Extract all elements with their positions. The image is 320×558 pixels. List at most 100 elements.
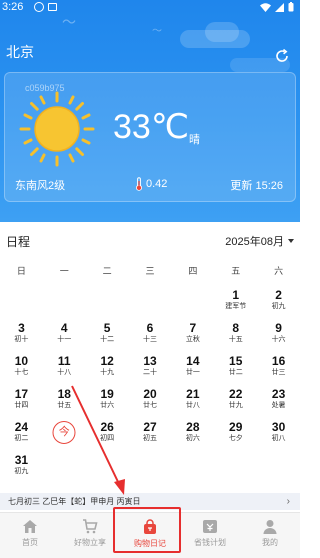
day-number: 14 xyxy=(186,354,200,368)
battery-icon xyxy=(288,2,294,12)
calendar-day[interactable]: 15 廿二 xyxy=(214,354,257,387)
lunar-date: 初八 xyxy=(271,435,286,442)
lunar-date: 十六 xyxy=(271,336,286,343)
day-number: 1 xyxy=(232,288,240,302)
calendar-day[interactable]: 12 十九 xyxy=(86,354,129,387)
weather-condition: 晴 xyxy=(189,134,200,146)
calendar-day[interactable]: 30 初八 xyxy=(257,420,300,453)
lunar-info-bar[interactable]: 七月初三 乙巳年【蛇】甲申月 丙寅日 › xyxy=(0,493,300,510)
month-selector[interactable]: 2025年08月 xyxy=(225,233,294,249)
lunar-date: 十八 xyxy=(57,369,72,376)
schedule-title: 日程 xyxy=(6,235,31,249)
calendar-day[interactable]: 14 廿一 xyxy=(171,354,214,387)
day-number: 24 xyxy=(14,420,29,434)
calendar-day[interactable]: 31 初九 xyxy=(0,453,43,486)
today-marker[interactable]: 今 xyxy=(52,421,76,444)
nav-item-plan[interactable]: 省钱计划 xyxy=(180,513,240,558)
lunar-date: 初二 xyxy=(14,435,29,442)
calendar-day[interactable]: 24 初二 xyxy=(0,420,43,453)
calendar-day[interactable]: 8 十五 xyxy=(214,321,257,354)
thermometer-icon xyxy=(136,177,142,191)
day-number: 29 xyxy=(229,420,243,434)
lunar-date: 初四 xyxy=(100,435,115,442)
lunar-date: 十二 xyxy=(100,336,115,343)
calendar-grid: 1 建军节 2 初九 3 初十 4 十一 5 十二 6 十三 7 立秋 8 十五 9 十六 10 十七 11 十八 12 十九… xyxy=(0,288,300,486)
day-number: 18 xyxy=(57,387,71,401)
lunar-date: 处暑 xyxy=(271,402,286,409)
city-name[interactable]: 北京 xyxy=(6,42,34,62)
day-number: 20 xyxy=(143,387,157,401)
calendar-day[interactable]: 28 初六 xyxy=(171,420,214,453)
update-time: 更新 15:26 xyxy=(230,180,283,192)
weekday-label: 一 xyxy=(59,266,69,276)
calendar-day[interactable]: 17 廿四 xyxy=(0,387,43,420)
nav-item-shopping-bag[interactable]: 购物日记 xyxy=(120,513,180,558)
nav-label: 首页 xyxy=(22,538,38,547)
lunar-date: 初五 xyxy=(142,435,157,442)
calendar-day[interactable]: 11 十八 xyxy=(43,354,86,387)
humidity-value: 0.42 xyxy=(146,178,168,190)
lunar-date: 初九 xyxy=(271,303,286,310)
calendar-day[interactable]: 7 立秋 xyxy=(171,321,214,354)
lunar-info-text: 七月初三 乙巳年【蛇】甲申月 丙寅日 xyxy=(8,497,141,506)
lunar-date: 廿三 xyxy=(271,369,286,376)
lunar-date: 廿七 xyxy=(142,402,157,409)
calendar-empty-cell xyxy=(0,288,43,321)
calendar-day[interactable]: 29 七夕 xyxy=(214,420,257,453)
day-number: 17 xyxy=(14,387,29,401)
weekday-label: 六 xyxy=(274,266,284,276)
bird-decoration: 〜 xyxy=(152,26,162,37)
weekday-label: 五 xyxy=(231,266,241,276)
calendar-day[interactable]: 23 处暑 xyxy=(257,387,300,420)
cart-icon xyxy=(60,519,120,534)
day-number: 5 xyxy=(103,321,111,335)
calendar-day[interactable]: 3 初十 xyxy=(0,321,43,354)
calendar-empty-cell xyxy=(86,288,129,321)
nav-item-cart[interactable]: 好物立享 xyxy=(60,513,120,558)
lunar-date: 立秋 xyxy=(185,336,200,343)
calendar-day[interactable]: 9 十六 xyxy=(257,321,300,354)
nav-label: 省钱计划 xyxy=(194,538,226,547)
calendar-day[interactable]: 6 十三 xyxy=(129,321,172,354)
refresh-icon[interactable] xyxy=(274,48,290,64)
status-indicators xyxy=(260,2,294,12)
calendar-day[interactable]: 10 十七 xyxy=(0,354,43,387)
lunar-date: 廿一 xyxy=(185,369,200,376)
weekday-label: 四 xyxy=(188,266,198,276)
lunar-date: 十九 xyxy=(100,369,115,376)
lunar-date: 十五 xyxy=(228,336,243,343)
calendar-day[interactable]: 16 廿三 xyxy=(257,354,300,387)
day-number: 3 xyxy=(18,321,25,335)
day-number: 22 xyxy=(229,387,243,401)
image-status-icon xyxy=(48,3,57,11)
wind-info: 东南风2级 xyxy=(15,180,66,192)
calendar-day[interactable]: 22 廿九 xyxy=(214,387,257,420)
day-number: 10 xyxy=(14,354,29,368)
nav-item-home[interactable]: 首页 xyxy=(0,513,60,558)
calendar-day[interactable]: 今 xyxy=(43,420,86,453)
lunar-date: 二十 xyxy=(142,369,157,376)
weather-header: 3:26 〜 〜 北京 c059b975 33℃ 晴 东南风2级 0.42 更新… xyxy=(0,0,300,222)
calendar-empty-cell xyxy=(43,288,86,321)
day-number: 12 xyxy=(100,354,114,368)
calendar-day[interactable]: 2 初九 xyxy=(257,288,300,321)
calendar-day[interactable]: 4 十一 xyxy=(43,321,86,354)
wifi-icon xyxy=(260,2,271,12)
calendar-day[interactable]: 19 廿六 xyxy=(86,387,129,420)
calendar-day[interactable]: 27 初五 xyxy=(129,420,172,453)
nav-item-user[interactable]: 我的 xyxy=(240,513,300,558)
calendar-day[interactable]: 26 初四 xyxy=(86,420,129,453)
calendar-day[interactable]: 18 廿五 xyxy=(43,387,86,420)
calendar-day[interactable]: 20 廿七 xyxy=(129,387,172,420)
calendar-day[interactable]: 1 建军节 xyxy=(214,288,257,321)
lunar-date: 初九 xyxy=(14,468,29,475)
day-number: 21 xyxy=(186,387,200,401)
lunar-date: 初六 xyxy=(185,435,200,442)
lunar-date: 廿五 xyxy=(57,402,72,409)
weather-card[interactable]: c059b975 33℃ 晴 东南风2级 0.42 更新 15:26 xyxy=(4,72,296,202)
calendar-day[interactable]: 5 十二 xyxy=(86,321,129,354)
calendar-day[interactable]: 13 二十 xyxy=(129,354,172,387)
calendar-day[interactable]: 21 廿八 xyxy=(171,387,214,420)
weekday-label: 三 xyxy=(145,266,155,276)
lunar-date: 廿九 xyxy=(228,402,243,409)
